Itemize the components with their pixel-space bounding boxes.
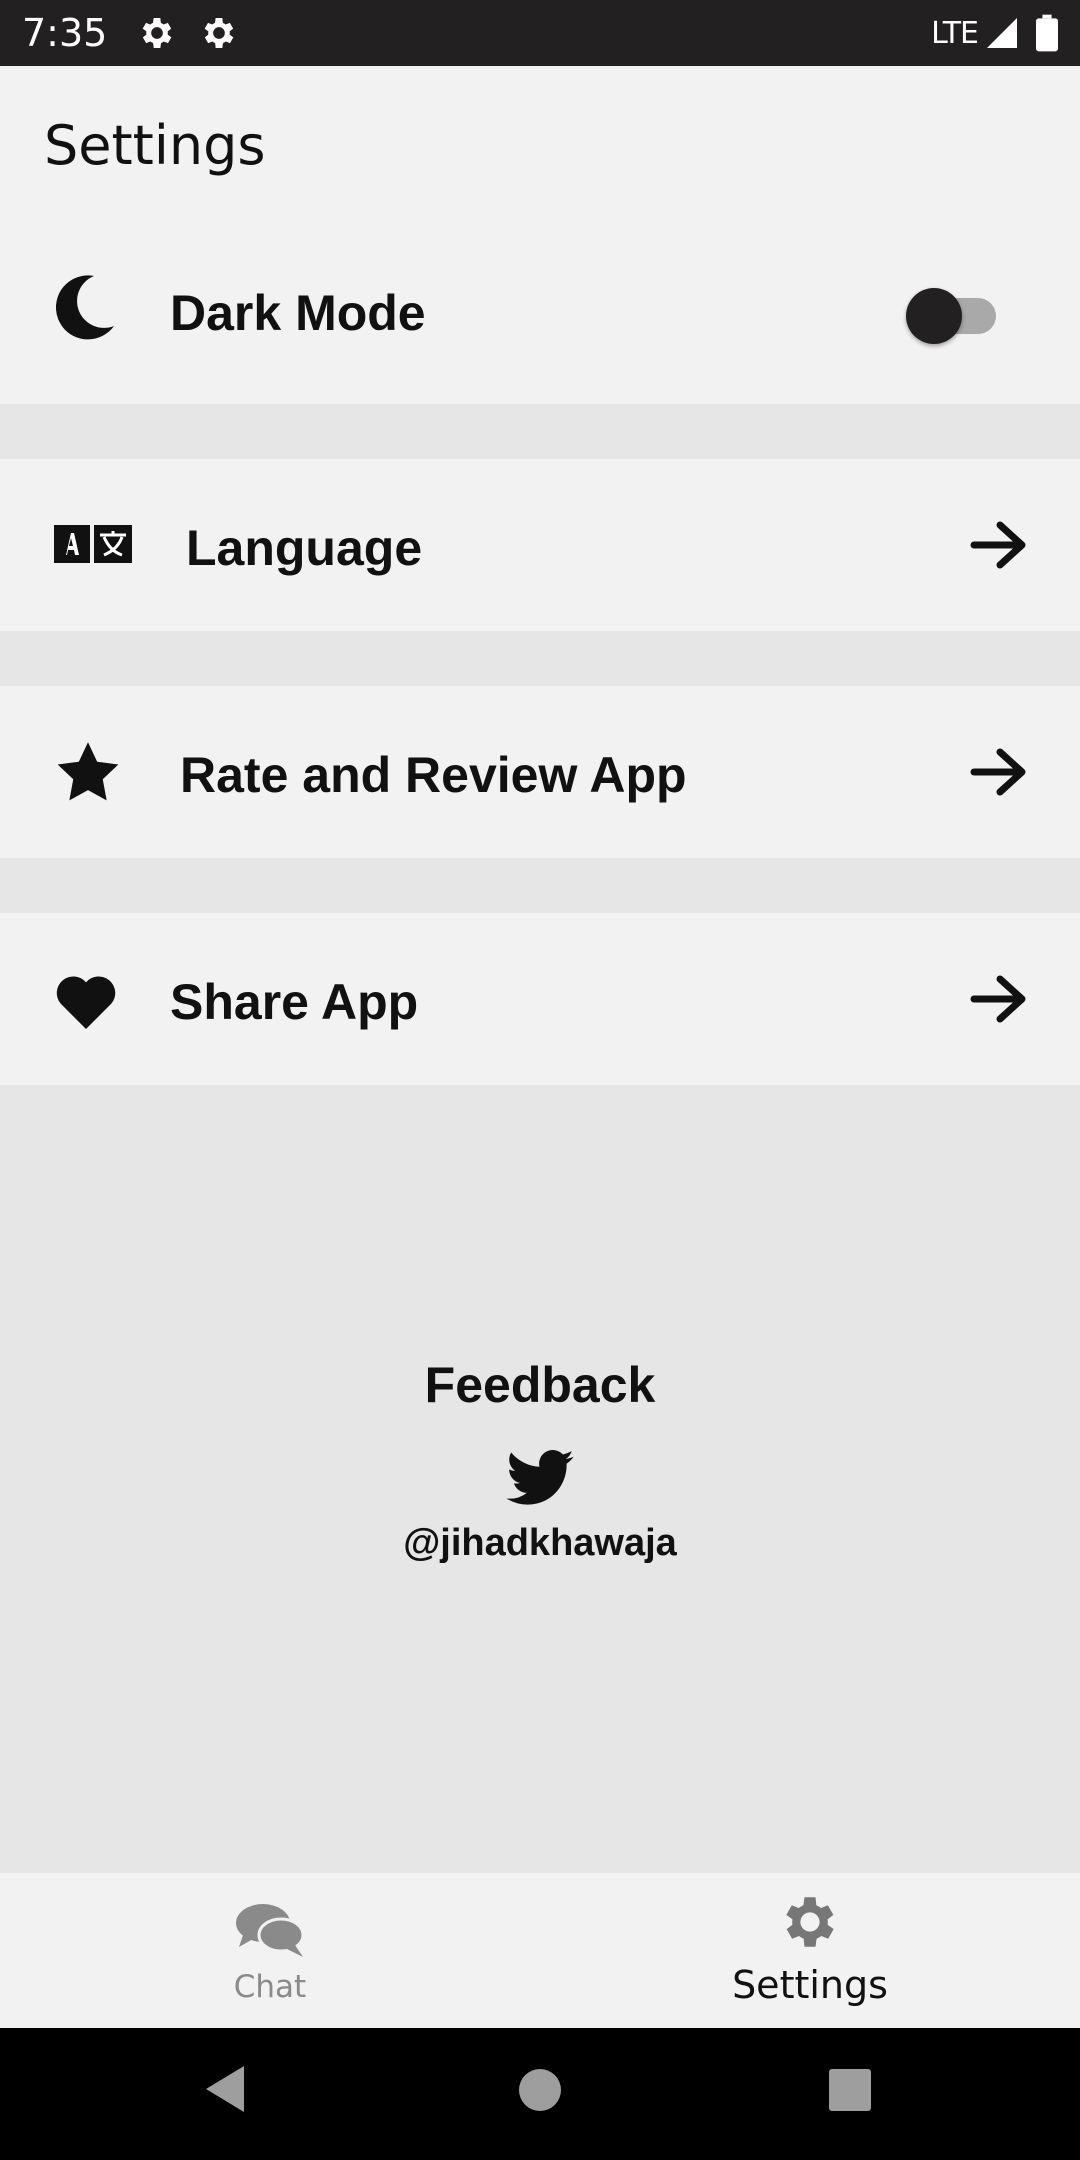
signal-icon — [987, 18, 1017, 48]
gear-icon — [786, 1897, 834, 1947]
arrow-right-icon — [970, 975, 1026, 1023]
system-nav — [0, 2028, 1080, 2160]
share-app-label: Share App — [170, 974, 419, 1030]
rate-review-label: Rate and Review App — [180, 747, 687, 803]
setting-rate-review[interactable]: Rate and Review App — [0, 686, 1080, 858]
nav-item-settings[interactable]: Settings — [540, 1873, 1080, 2028]
twitter-handle[interactable]: @jihadkhawaja — [0, 1522, 1080, 1565]
arrow-right-icon — [970, 748, 1026, 796]
page-title: Settings — [44, 114, 266, 177]
nav-label-chat: Chat — [233, 1969, 307, 2005]
battery-icon — [1036, 14, 1058, 52]
twitter-icon[interactable] — [506, 1450, 574, 1506]
home-icon[interactable] — [518, 2068, 562, 2112]
status-right: LTE — [931, 14, 1058, 52]
translate-icon — [54, 525, 132, 563]
dark-mode-label: Dark Mode — [170, 285, 426, 341]
network-type: LTE — [931, 15, 979, 51]
feedback-section: Feedback @jihadkhawaja — [0, 1300, 1080, 1565]
gear-icon — [143, 18, 172, 48]
header: Settings — [0, 66, 1080, 214]
status-bar: 7:35 LTE — [0, 0, 1080, 66]
moon-icon — [56, 274, 116, 340]
nav-label-settings: Settings — [732, 1963, 888, 2007]
heart-icon — [54, 973, 118, 1029]
recent-apps-icon[interactable] — [828, 2068, 872, 2112]
dark-mode-toggle[interactable] — [906, 286, 996, 344]
arrow-right-icon — [970, 521, 1026, 569]
nav-item-chat[interactable]: Chat — [0, 1873, 540, 2028]
chat-icon — [236, 1904, 305, 1957]
bottom-nav: Chat Settings — [0, 1873, 1080, 2028]
setting-dark-mode: Dark Mode — [0, 214, 1080, 404]
language-label: Language — [186, 520, 423, 576]
feedback-title: Feedback — [424, 1357, 656, 1413]
gear-icon — [205, 18, 234, 48]
back-icon[interactable] — [204, 2064, 248, 2114]
star-icon — [54, 740, 122, 804]
setting-share-app[interactable]: Share App — [0, 913, 1080, 1085]
setting-language[interactable]: Language — [0, 459, 1080, 631]
toggle-thumb — [906, 288, 962, 344]
status-time: 7:35 — [22, 11, 108, 55]
